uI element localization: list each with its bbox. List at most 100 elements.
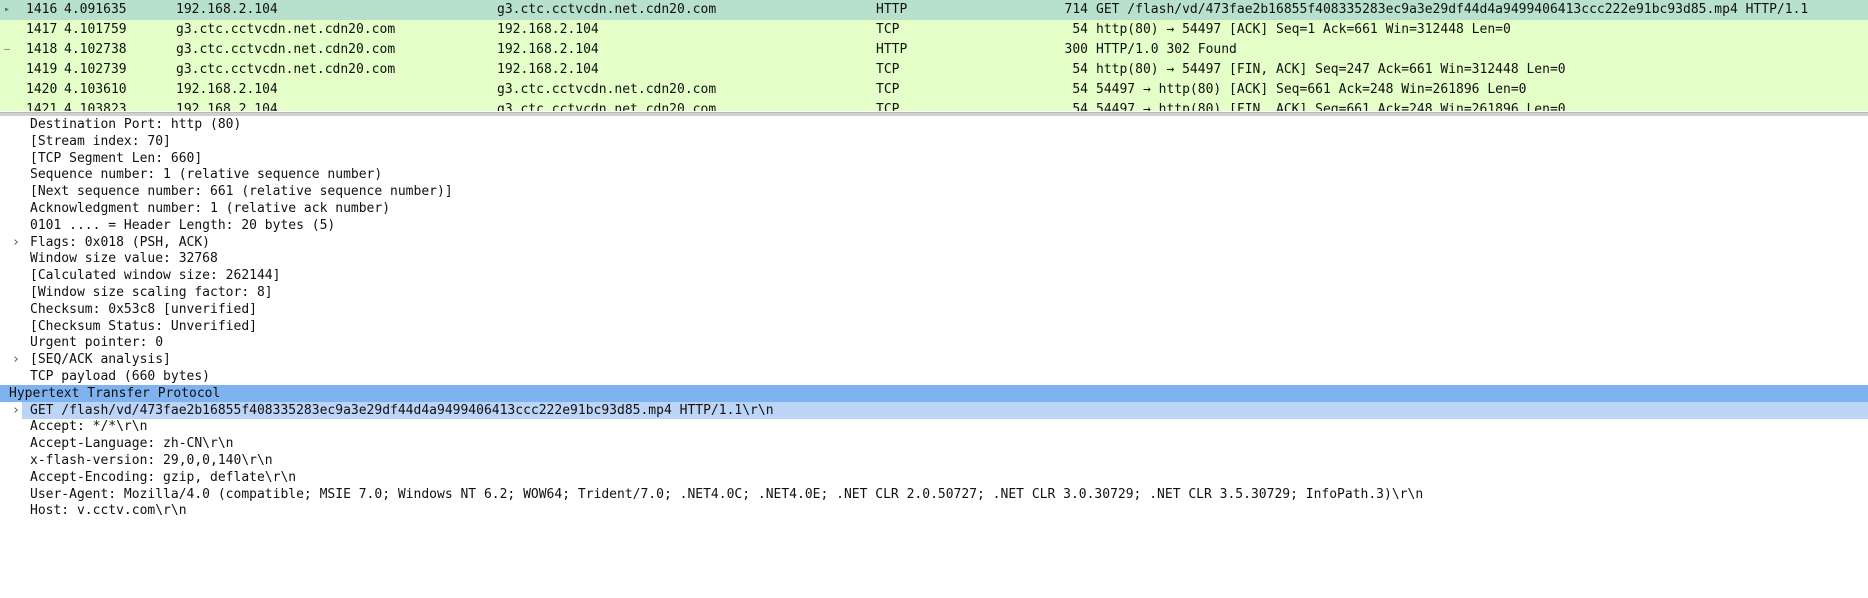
packet-protocol: TCP: [876, 22, 900, 37]
detail-field-row[interactable]: 0101 .... = Header Length: 20 bytes (5): [0, 217, 1868, 234]
packet-source: g3.ctc.cctvcdn.net.cdn20.com: [176, 22, 396, 37]
packet-row[interactable]: 1420 4.103610 192.168.2.104 g3.ctc.cctvcdn.…: [0, 80, 1868, 100]
packet-length: 54: [1072, 62, 1088, 77]
packet-list[interactable]: ▸ 1416 4.091635 192.168.2.104 g3.ctc.cctvcdn…: [0, 0, 1868, 111]
detail-text: Checksum: 0x53c8 [unverified]: [30, 301, 257, 317]
detail-text: [Checksum Status: Unverified]: [30, 318, 257, 334]
detail-field-row[interactable]: [Calculated window size: 262144]: [0, 267, 1868, 284]
packet-protocol: TCP: [876, 102, 900, 111]
detail-text: Flags: 0x018 (PSH, ACK): [30, 234, 211, 250]
detail-field-row[interactable]: [Next sequence number: 661 (relative seq…: [0, 183, 1868, 200]
packet-number: 1419: [26, 62, 58, 77]
packet-protocol: HTTP: [876, 42, 908, 57]
detail-text: GET /flash/vd/473fae2b16855f408335283ec9…: [30, 402, 774, 418]
packet-source: 192.168.2.104: [176, 102, 278, 111]
detail-field-row[interactable]: Urgent pointer: 0: [0, 334, 1868, 351]
packet-destination: g3.ctc.cctvcdn.net.cdn20.com: [497, 2, 717, 17]
packet-row[interactable]: 1419 4.102739 g3.ctc.cctvcdn.net.cdn20.com…: [0, 60, 1868, 80]
detail-field-row[interactable]: [Checksum Status: Unverified]: [0, 318, 1868, 335]
packet-number: 1416: [26, 2, 58, 17]
detail-text: Acknowledgment number: 1 (relative ack n…: [30, 201, 391, 216]
packet-protocol: TCP: [876, 82, 900, 97]
packet-row[interactable]: 1417 4.101759 g3.ctc.cctvcdn.net.cdn20.com…: [0, 20, 1868, 40]
packet-source: g3.ctc.cctvcdn.net.cdn20.com: [176, 42, 396, 57]
packet-time: 4.103823: [64, 102, 127, 111]
packet-number: 1420: [26, 82, 58, 97]
detail-text: Hypertext Transfer Protocol: [9, 385, 221, 401]
detail-text: Window size value: 32768: [30, 251, 218, 267]
packet-source: 192.168.2.104: [176, 2, 278, 17]
detail-text: [Calculated window size: 262144]: [30, 268, 281, 284]
detail-field-row[interactable]: Accept-Encoding: gzip, deflate\r\n: [0, 469, 1868, 486]
detail-field-row[interactable]: User-Agent: Mozilla/4.0 (compatible; MSI…: [0, 486, 1868, 503]
detail-text: [Window size scaling factor: 8]: [30, 285, 273, 300]
detail-text: User-Agent: Mozilla/4.0 (compatible; MSI…: [30, 486, 1424, 502]
packet-protocol: HTTP: [876, 2, 908, 17]
packet-row[interactable]: – 1418 4.102738 g3.ctc.cctvcdn.net.cdn20.co…: [0, 40, 1868, 60]
packet-marker: –: [4, 44, 11, 55]
detail-text: x-flash-version: 29,0,0,140\r\n: [30, 453, 273, 468]
detail-field-row[interactable]: Accept-Language: zh-CN\r\n: [0, 435, 1868, 452]
packet-row[interactable]: 1421 4.103823 192.168.2.104 g3.ctc.cctvcdn.…: [0, 100, 1868, 111]
packet-source: 192.168.2.104: [176, 82, 278, 97]
detail-text: [TCP Segment Len: 660]: [30, 150, 203, 166]
detail-field-row[interactable]: › Flags: 0x018 (PSH, ACK): [0, 234, 1868, 251]
packet-destination: g3.ctc.cctvcdn.net.cdn20.com: [497, 102, 717, 111]
packet-info: HTTP/1.0 302 Found: [1096, 42, 1237, 57]
packet-length: 54: [1072, 102, 1088, 111]
packet-info: 54497 → http(80) [FIN, ACK] Seq=661 Ack=…: [1096, 102, 1566, 111]
detail-field-row[interactable]: [Window size scaling factor: 8]: [0, 284, 1868, 301]
detail-field-row[interactable]: Checksum: 0x53c8 [unverified]: [0, 301, 1868, 318]
detail-text: [Stream index: 70]: [30, 133, 171, 149]
packet-source: g3.ctc.cctvcdn.net.cdn20.com: [176, 62, 396, 77]
packet-destination: 192.168.2.104: [497, 62, 599, 77]
detail-field-row[interactable]: [Stream index: 70]: [0, 133, 1868, 150]
detail-text: Sequence number: 1 (relative sequence nu…: [30, 167, 383, 183]
detail-field-row[interactable]: Acknowledgment number: 1 (relative ack n…: [0, 200, 1868, 217]
detail-field-row[interactable]: Sequence number: 1 (relative sequence nu…: [0, 166, 1868, 183]
packet-length: 54: [1072, 22, 1088, 37]
packet-time: 4.091635: [64, 2, 127, 17]
packet-length: 714: [1064, 2, 1088, 17]
packet-destination: g3.ctc.cctvcdn.net.cdn20.com: [497, 82, 717, 97]
packet-info: http(80) → 54497 [ACK] Seq=1 Ack=661 Win…: [1096, 22, 1511, 37]
packet-details-tree[interactable]: Destination Port: http (80) [Stream index…: [0, 116, 1868, 598]
detail-text: Accept-Encoding: gzip, deflate\r\n: [30, 469, 297, 485]
detail-field-row[interactable]: › [SEQ/ACK analysis]: [0, 351, 1868, 368]
detail-text: Host: v.cctv.com\r\n: [30, 503, 187, 519]
packet-destination: 192.168.2.104: [497, 42, 599, 57]
detail-field-row[interactable]: [TCP Segment Len: 660]: [0, 150, 1868, 167]
detail-text: Destination Port: http (80): [30, 117, 242, 132]
packet-info: GET /flash/vd/473fae2b16855f408335283ec9…: [1096, 2, 1809, 17]
detail-field-row[interactable]: › GET /flash/vd/473fae2b16855f408335283ec…: [0, 401, 1868, 419]
protocol-section-row[interactable]: Hypertext Transfer Protocol: [0, 384, 1868, 402]
packet-info: http(80) → 54497 [FIN, ACK] Seq=247 Ack=…: [1096, 62, 1566, 77]
detail-field-row[interactable]: Accept: */*\r\n: [0, 418, 1868, 435]
packet-marker: ▸: [4, 4, 11, 15]
expand-arrow-icon[interactable]: ›: [12, 234, 24, 251]
detail-text: Accept: */*\r\n: [30, 419, 148, 435]
detail-field-row[interactable]: TCP payload (660 bytes): [0, 368, 1868, 385]
detail-text: 0101 .... = Header Length: 20 bytes (5): [30, 217, 336, 233]
detail-text: Urgent pointer: 0: [30, 335, 164, 351]
detail-text: [SEQ/ACK analysis]: [30, 352, 171, 368]
detail-field-row[interactable]: Window size value: 32768: [0, 250, 1868, 267]
packet-length: 54: [1072, 82, 1088, 97]
detail-field-row[interactable]: Host: v.cctv.com\r\n: [0, 502, 1868, 519]
detail-text: TCP payload (660 bytes): [30, 369, 211, 384]
packet-time: 4.102739: [64, 62, 127, 77]
expand-arrow-icon[interactable]: ›: [12, 351, 24, 368]
detail-text: [Next sequence number: 661 (relative seq…: [30, 184, 453, 200]
packet-length: 300: [1064, 42, 1088, 57]
packet-number: 1421: [26, 102, 58, 111]
packet-info: 54497 → http(80) [ACK] Seq=661 Ack=248 W…: [1096, 82, 1527, 97]
packet-protocol: TCP: [876, 62, 900, 77]
detail-field-row[interactable]: Destination Port: http (80): [0, 116, 1868, 133]
detail-text: Accept-Language: zh-CN\r\n: [30, 436, 234, 452]
expand-arrow-icon[interactable]: ›: [12, 402, 24, 419]
packet-time: 4.103610: [64, 82, 127, 97]
packet-time: 4.102738: [64, 42, 127, 57]
packet-row[interactable]: ▸ 1416 4.091635 192.168.2.104 g3.ctc.cctvcdn…: [0, 0, 1868, 20]
packet-number: 1418: [26, 42, 58, 57]
detail-field-row[interactable]: x-flash-version: 29,0,0,140\r\n: [0, 452, 1868, 469]
